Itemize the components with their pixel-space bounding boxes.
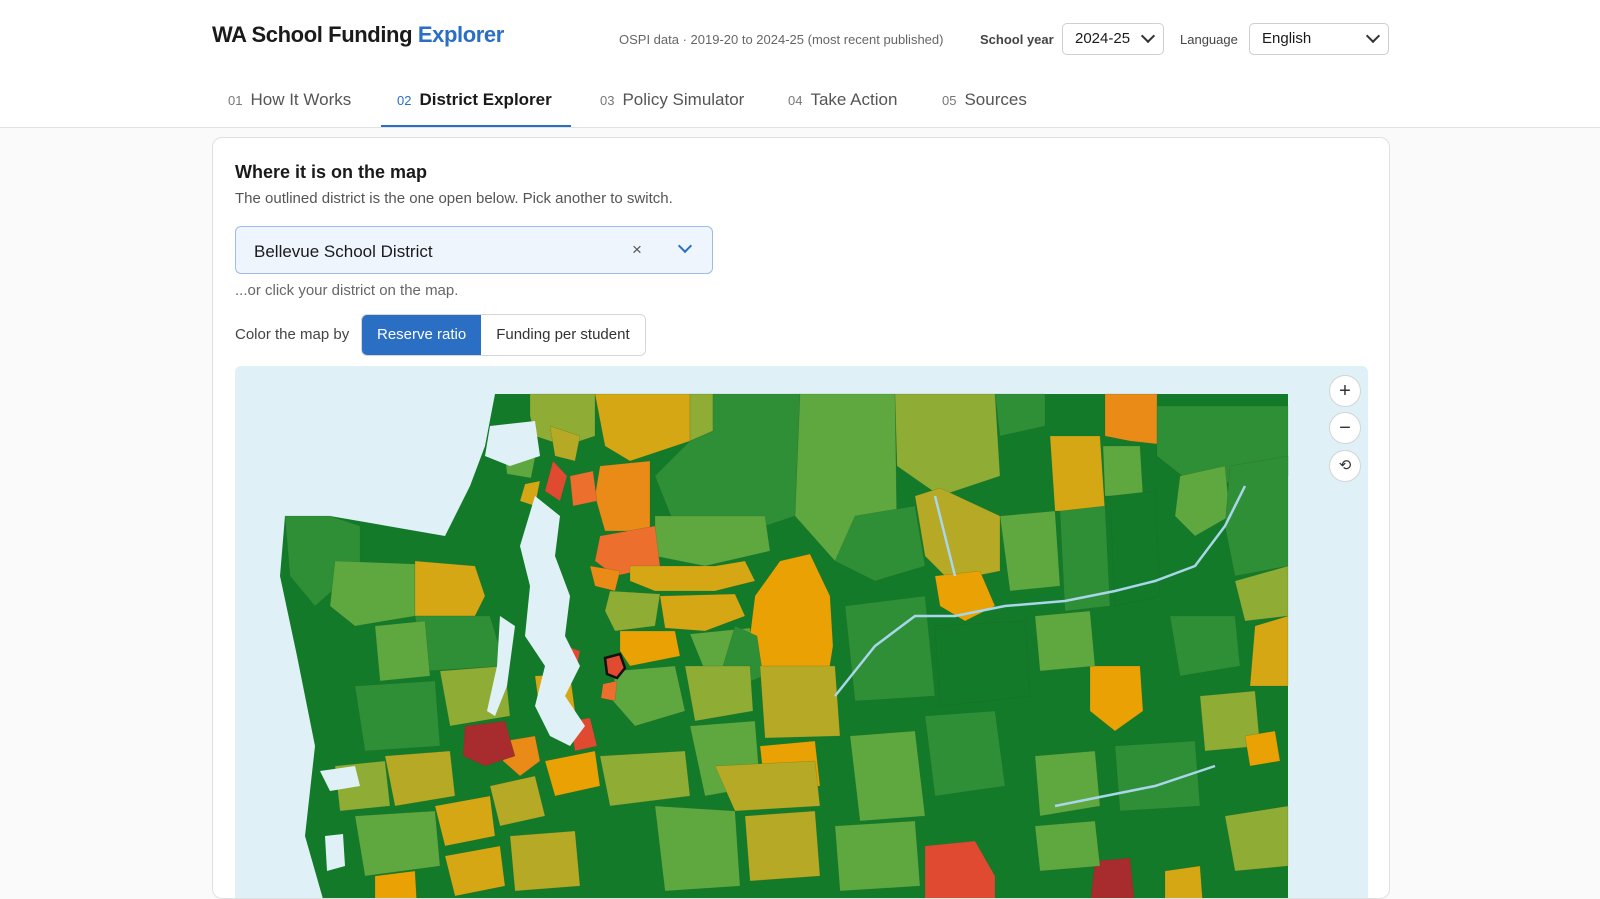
tab-how-it-works[interactable]: 01 How It Works — [212, 80, 351, 127]
district-region[interactable] — [844, 595, 936, 702]
tab-number: 04 — [788, 93, 803, 108]
district-select[interactable]: Bellevue School District × — [235, 226, 713, 274]
district-region[interactable] — [354, 810, 441, 877]
top-bar: WA School Funding Explorer OSPI data · 2… — [0, 0, 1600, 128]
color-by-funding-per-student-button[interactable]: Funding per student — [481, 315, 645, 355]
district-region[interactable] — [600, 680, 618, 702]
clear-icon[interactable]: × — [632, 240, 642, 260]
color-by-reserve-ratio-button[interactable]: Reserve ratio — [362, 315, 482, 355]
district-region[interactable] — [1102, 445, 1144, 497]
chevron-down-icon — [1140, 28, 1156, 44]
willapa-bay — [325, 834, 345, 871]
chevron-down-icon[interactable] — [677, 238, 693, 254]
district-region[interactable] — [594, 460, 651, 532]
district-region[interactable] — [569, 470, 598, 507]
map-click-hint: ...or click your district on the map. — [235, 282, 459, 299]
district-region[interactable] — [1224, 455, 1289, 577]
app-title: WA School Funding Explorer — [212, 22, 504, 48]
tab-label: Policy Simulator — [622, 90, 745, 109]
district-select-value: Bellevue School District — [254, 242, 433, 261]
language-label: Language — [1180, 32, 1238, 47]
language-select[interactable]: English — [1249, 23, 1389, 55]
district-region[interactable] — [1224, 805, 1289, 872]
school-year-label: School year — [980, 32, 1054, 47]
card-subtitle: The outlined district is the one open be… — [235, 190, 673, 207]
district-region[interactable] — [849, 730, 926, 822]
tab-number: 03 — [600, 93, 615, 108]
district-region[interactable] — [924, 710, 1006, 797]
district-region[interactable] — [1169, 615, 1241, 677]
district-region[interactable] — [1034, 610, 1096, 672]
district-region[interactable] — [374, 620, 431, 682]
app-title-accent: Explorer — [417, 22, 504, 47]
reset-view-button[interactable]: ⟲ — [1329, 450, 1361, 482]
district-region[interactable] — [1034, 820, 1101, 872]
tab-sources[interactable]: 05 Sources — [926, 80, 1027, 127]
district-region[interactable] — [934, 620, 1031, 707]
language-value: English — [1262, 30, 1312, 47]
district-region[interactable] — [599, 750, 691, 807]
district-region[interactable] — [329, 560, 416, 627]
district-region[interactable] — [384, 750, 456, 807]
district-region[interactable] — [759, 665, 841, 739]
district-region[interactable] — [654, 805, 741, 892]
district-map-svg[interactable] — [235, 366, 1368, 899]
tab-district-explorer[interactable]: 02 District Explorer — [381, 80, 571, 127]
school-year-select[interactable]: 2024-25 — [1062, 23, 1164, 55]
district-region[interactable] — [414, 560, 486, 617]
district-map[interactable]: + − ⟲ — [235, 366, 1368, 899]
color-by-toggle: Reserve ratio Funding per student — [361, 314, 646, 356]
color-by-label: Color the map by — [235, 326, 350, 343]
tab-take-action[interactable]: 04 Take Action — [772, 80, 897, 127]
tab-label: Sources — [964, 90, 1027, 109]
district-region[interactable] — [604, 590, 661, 632]
district-region[interactable] — [1244, 730, 1281, 767]
data-source-note: OSPI data · 2019-20 to 2024-25 (most rec… — [619, 32, 944, 47]
district-region[interactable] — [684, 665, 754, 722]
chevron-down-icon — [1365, 28, 1381, 44]
district-region[interactable] — [1109, 490, 1161, 607]
tab-number: 02 — [397, 93, 412, 108]
app-title-main: WA School Funding — [212, 22, 413, 47]
district-region[interactable] — [999, 510, 1061, 592]
tab-label: How It Works — [250, 90, 352, 109]
district-region[interactable] — [1034, 750, 1101, 817]
district-region[interactable] — [744, 810, 821, 882]
district-region[interactable] — [834, 820, 921, 892]
district-region[interactable] — [509, 830, 581, 892]
school-year-value: 2024-25 — [1075, 30, 1131, 47]
district-region[interactable] — [1104, 393, 1158, 445]
district-region[interactable] — [1164, 865, 1203, 899]
tab-label: District Explorer — [419, 90, 552, 109]
district-region[interactable] — [1049, 435, 1106, 512]
card-title: Where it is on the map — [235, 162, 428, 182]
tab-number: 05 — [942, 93, 957, 108]
district-region[interactable] — [374, 870, 417, 899]
tab-number: 01 — [228, 93, 243, 108]
district-region[interactable] — [1059, 505, 1111, 612]
tab-policy-simulator[interactable]: 03 Policy Simulator — [584, 80, 744, 127]
map-card: Where it is on the map The outlined dist… — [212, 137, 1390, 899]
district-region[interactable] — [354, 680, 441, 752]
district-region[interactable] — [1249, 615, 1289, 687]
zoom-in-button[interactable]: + — [1329, 375, 1361, 407]
zoom-out-button[interactable]: − — [1329, 412, 1361, 444]
tab-label: Take Action — [810, 90, 898, 109]
